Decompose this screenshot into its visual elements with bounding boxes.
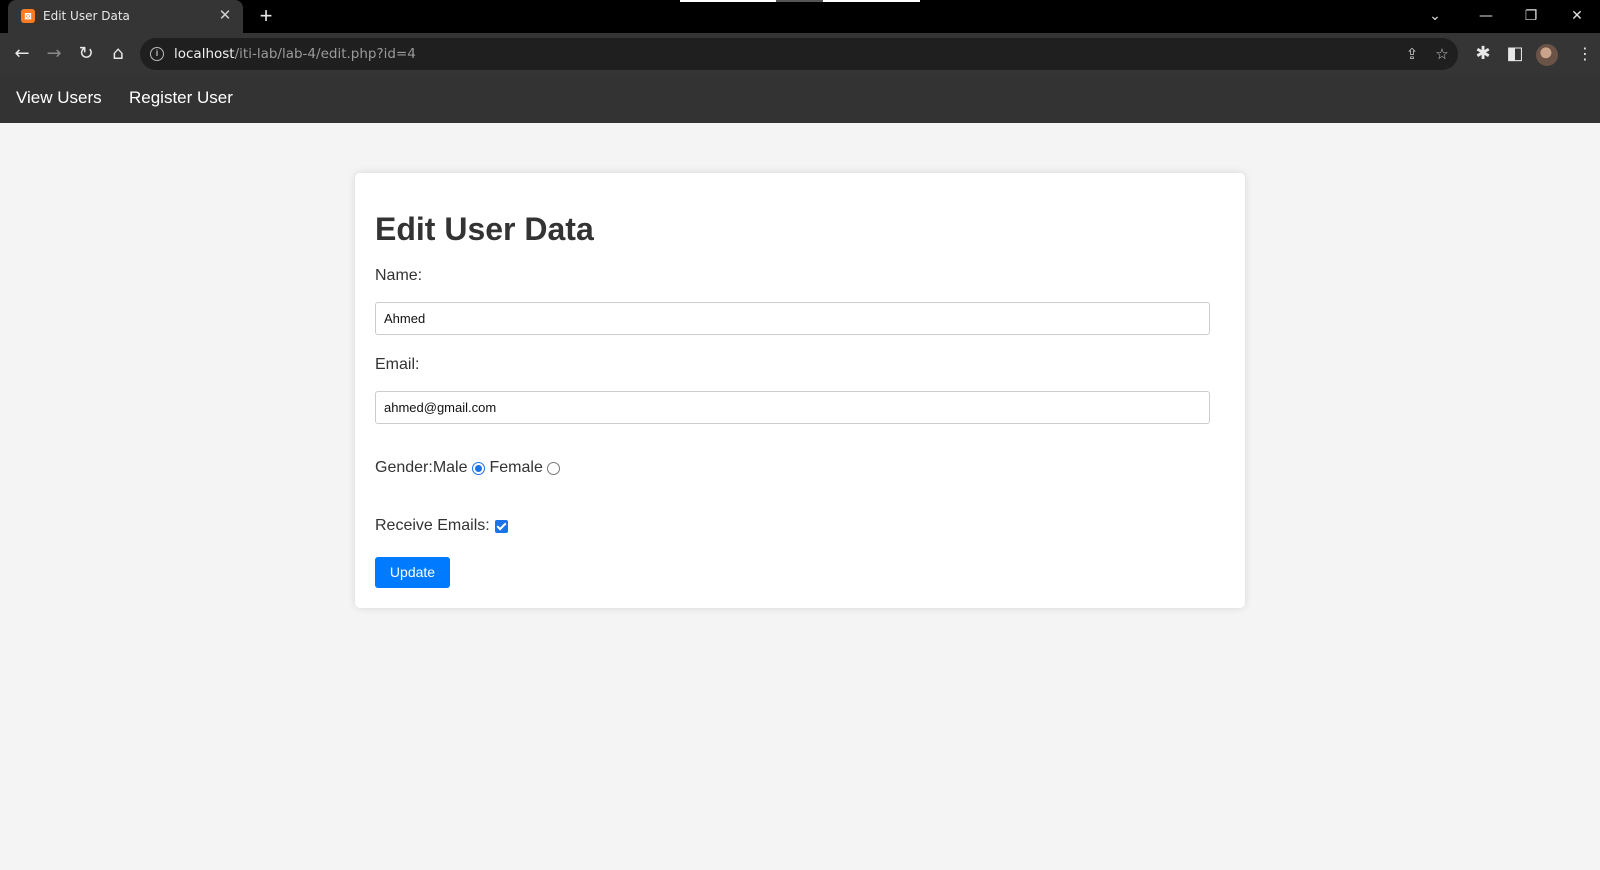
bookmark-star-icon[interactable]: ☆: [1432, 44, 1452, 64]
tab-close-icon[interactable]: ✕: [215, 6, 235, 26]
gender-female-label: Female: [489, 459, 543, 476]
receive-emails-label: Receive Emails:: [375, 517, 490, 534]
extensions-icon[interactable]: ✱: [1470, 41, 1496, 67]
gender-male-radio[interactable]: [471, 461, 485, 475]
page-title: Edit User Data: [375, 211, 594, 247]
email-field[interactable]: [375, 391, 1210, 424]
new-tab-icon[interactable]: +: [255, 5, 277, 27]
side-panel-icon[interactable]: ◧: [1502, 41, 1528, 67]
share-icon[interactable]: ⇪: [1402, 44, 1422, 64]
tab-title: Edit User Data: [43, 9, 130, 23]
gender-group: Gender: Male Female: [375, 459, 565, 477]
email-label: Email:: [375, 356, 420, 373]
edit-form-card: Edit User Data Name: Email: Gender: Male…: [355, 173, 1245, 608]
name-label: Name:: [375, 267, 423, 284]
restore-icon[interactable]: ❐: [1517, 6, 1545, 26]
gender-label: Gender:: [375, 459, 433, 476]
home-icon[interactable]: ⌂: [105, 41, 131, 67]
browser-tab-bar: ⊠ Edit User Data ✕ + ⌄ — ❐ ✕: [0, 0, 1600, 33]
back-icon[interactable]: ←: [9, 41, 35, 67]
gender-male-label: Male: [432, 459, 468, 476]
nav-register-user[interactable]: Register User: [129, 88, 233, 108]
browser-toolbar: ← → ↻ ⌂ i localhost/iti-lab/lab-4/edit.p…: [0, 33, 1600, 76]
reload-icon[interactable]: ↻: [73, 41, 99, 67]
minimize-icon[interactable]: —: [1472, 6, 1500, 26]
tab-search-icon[interactable]: ⌄: [1421, 6, 1449, 26]
receive-emails-checkbox[interactable]: [494, 519, 508, 533]
top-strip: [680, 0, 920, 2]
nav-view-users[interactable]: View Users: [16, 88, 102, 108]
address-bar[interactable]: i localhost/iti-lab/lab-4/edit.php?id=4 …: [140, 38, 1458, 70]
name-field[interactable]: [375, 302, 1210, 335]
site-nav: View Users Register User: [0, 76, 1600, 123]
forward-icon[interactable]: →: [41, 41, 67, 67]
update-button[interactable]: Update: [375, 557, 450, 588]
gender-female-radio[interactable]: [546, 461, 560, 475]
xampp-favicon-icon: ⊠: [21, 9, 35, 23]
receive-emails-group: Receive Emails:: [375, 517, 508, 535]
menu-kebab-icon[interactable]: ⋮: [1572, 41, 1598, 67]
profile-avatar[interactable]: [1536, 44, 1558, 66]
browser-tab[interactable]: ⊠ Edit User Data ✕: [8, 0, 243, 33]
site-info-icon[interactable]: i: [150, 47, 164, 61]
url-text: localhost/iti-lab/lab-4/edit.php?id=4: [174, 46, 416, 62]
window-close-icon[interactable]: ✕: [1563, 6, 1591, 26]
